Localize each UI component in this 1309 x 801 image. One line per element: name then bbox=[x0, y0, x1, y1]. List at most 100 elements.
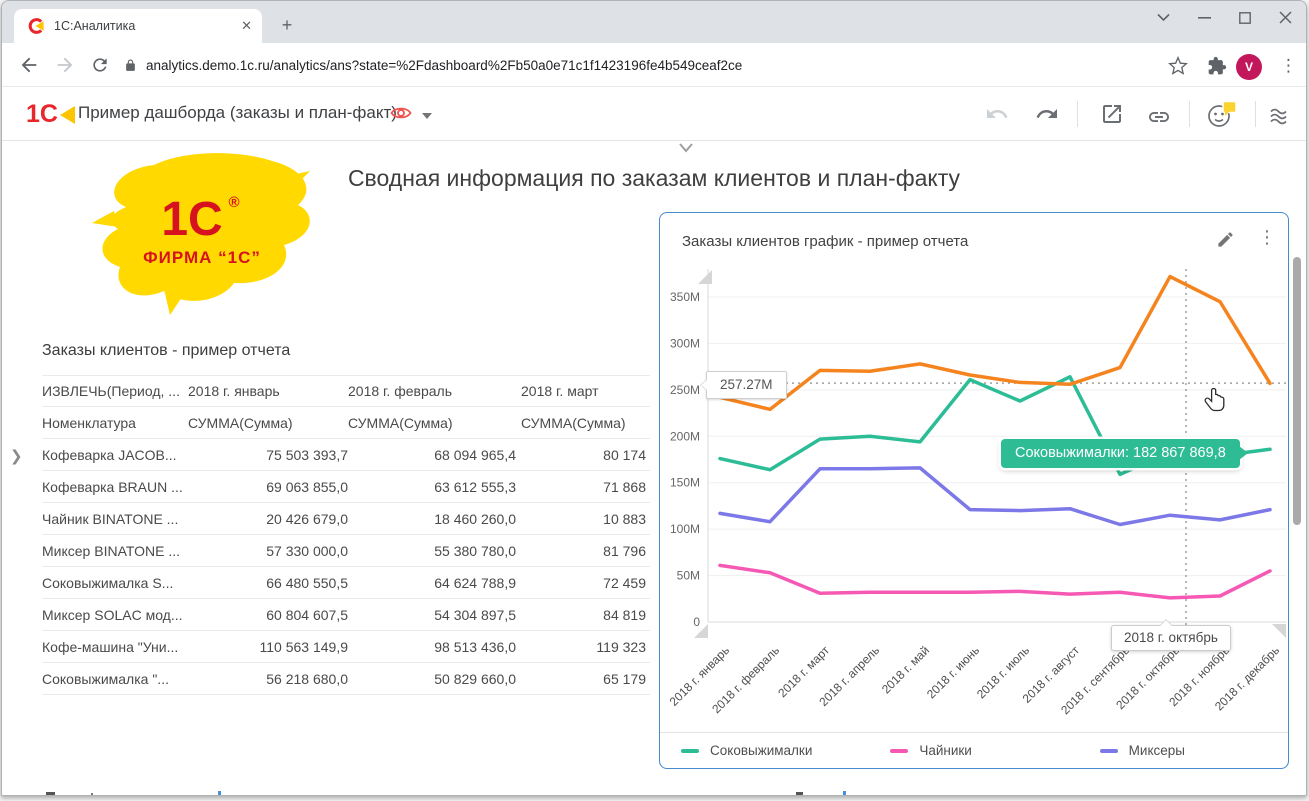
legend-label: Чайники bbox=[919, 743, 972, 758]
series-tooltip: Соковыжималки: 182 867 869,8 bbox=[1001, 439, 1240, 468]
layers-waves-icon[interactable] bbox=[1268, 105, 1292, 129]
row-value: 81 796 bbox=[516, 543, 646, 559]
row-value: 64 624 788,9 bbox=[348, 575, 516, 591]
link-icon[interactable] bbox=[1147, 105, 1171, 129]
row-value: 56 218 680,0 bbox=[188, 671, 348, 687]
undo-icon[interactable] bbox=[985, 102, 1009, 126]
bookmark-star-icon[interactable] bbox=[1168, 56, 1188, 76]
chart-card-title: Заказы клиентов график - пример отчета bbox=[682, 233, 968, 250]
edit-pencil-icon[interactable] bbox=[1216, 230, 1235, 249]
row-label: Соковыжималка S... bbox=[42, 575, 188, 591]
series-line-Миксеры[interactable] bbox=[720, 468, 1270, 525]
dashboard-title[interactable]: Пример дашборда (заказы и план-факт) bbox=[78, 103, 397, 123]
legend-item[interactable]: Чайники bbox=[869, 743, 1078, 758]
row-value: 66 480 550,5 bbox=[188, 575, 348, 591]
y-axis-tick: 350M bbox=[670, 290, 700, 304]
address-bar[interactable]: analytics.demo.1c.ru/analytics/ans?state… bbox=[146, 58, 742, 73]
app-logo-1c[interactable]: 1С bbox=[26, 100, 75, 129]
table-row[interactable]: Кофеварка BRAUN ...69 063 855,063 612 55… bbox=[42, 471, 650, 503]
chart-menu-kebab-icon[interactable]: ⋮ bbox=[1258, 227, 1276, 248]
feedback-smiley-icon[interactable] bbox=[1207, 101, 1237, 129]
table-row[interactable]: Соковыжималка "...56 218 680,050 829 660… bbox=[42, 663, 650, 695]
y-axis-tick: 250M bbox=[670, 383, 700, 397]
legend-swatch bbox=[681, 749, 699, 753]
firm-1c-logo: 1С ® ФИРМА “1С” bbox=[74, 149, 324, 329]
column-header: ИЗВЛЕЧЬ(Период, ... bbox=[42, 383, 188, 399]
tab-title: 1С:Аналитика bbox=[54, 19, 241, 33]
clipped-next-card-fragment bbox=[796, 792, 803, 796]
row-value: 54 304 897,5 bbox=[348, 607, 516, 623]
browser-tab[interactable]: 1С:Аналитика ✕ bbox=[14, 9, 262, 43]
window-close-icon[interactable] bbox=[1279, 11, 1292, 24]
app-logo-text: 1С bbox=[26, 100, 58, 129]
legend-item[interactable]: Соковыжималки bbox=[660, 743, 869, 758]
y-axis-tick: 300M bbox=[670, 336, 700, 350]
title-dropdown-caret-icon[interactable] bbox=[422, 113, 432, 119]
series-line-Чайники[interactable] bbox=[720, 565, 1270, 598]
row-label: Кофеварка BRAUN ... bbox=[42, 479, 188, 495]
legend-swatch bbox=[1100, 749, 1118, 753]
row-label: Миксер SOLAC мод... bbox=[42, 607, 188, 623]
row-value: 10 883 bbox=[516, 511, 646, 527]
row-label: Кофе-машина "Уни... bbox=[42, 639, 188, 655]
back-icon[interactable] bbox=[18, 54, 40, 76]
window-minimize-icon[interactable] bbox=[1198, 11, 1211, 24]
lock-icon[interactable] bbox=[124, 58, 137, 73]
column-header: 2018 г. март bbox=[516, 383, 646, 399]
open-in-new-icon[interactable] bbox=[1100, 102, 1124, 126]
redo-icon[interactable] bbox=[1035, 102, 1059, 126]
logo-registered-mark: ® bbox=[228, 194, 239, 211]
collapse-chevron-icon[interactable] bbox=[672, 142, 700, 154]
window-chevron-icon[interactable] bbox=[1157, 13, 1170, 22]
sidebar-expand-chevron-icon[interactable]: ❯ bbox=[10, 447, 23, 465]
month-tooltip: 2018 г. октябрь bbox=[1111, 625, 1231, 651]
row-value: 84 819 bbox=[516, 607, 646, 623]
legend-swatch bbox=[890, 749, 908, 753]
legend-item[interactable]: Миксеры bbox=[1079, 743, 1288, 758]
y-axis-tick: 150M bbox=[670, 476, 700, 490]
row-value: 75 503 393,7 bbox=[188, 447, 348, 463]
reload-icon[interactable] bbox=[90, 55, 110, 75]
row-value: 18 460 260,0 bbox=[348, 511, 516, 527]
tab-close-icon[interactable]: ✕ bbox=[241, 18, 252, 34]
logo-firm-text: ФИРМА “1С” bbox=[143, 248, 261, 267]
new-tab-button[interactable]: + bbox=[274, 13, 300, 39]
extensions-puzzle-icon[interactable] bbox=[1207, 56, 1227, 76]
table-row[interactable]: Миксер BINATONE ...57 330 000,055 380 78… bbox=[42, 535, 650, 567]
profile-avatar[interactable]: V bbox=[1236, 54, 1262, 80]
page-scrollbar-thumb[interactable] bbox=[1293, 257, 1301, 525]
y-value-tooltip: 257.27M bbox=[706, 371, 787, 399]
table-row[interactable]: Кофеварка JACOB...75 503 393,768 094 965… bbox=[42, 439, 650, 471]
table-row[interactable]: Чайник BINATONE ...20 426 679,018 460 26… bbox=[42, 503, 650, 535]
browser-titlebar: 1С:Аналитика ✕ + bbox=[2, 1, 1306, 43]
clipped-next-card-fragment bbox=[843, 791, 846, 796]
table-header-row-measures[interactable]: Номенклатура СУММА(Сумма) СУММА(Сумма) С… bbox=[42, 407, 650, 439]
table-row[interactable]: Кофе-машина "Уни...110 563 149,998 513 4… bbox=[42, 631, 650, 663]
row-value: 110 563 149,9 bbox=[188, 639, 348, 655]
column-header: 2018 г. январь bbox=[188, 383, 348, 399]
row-value: 65 179 bbox=[516, 671, 646, 687]
report-table: ИЗВЛЕЧЬ(Период, ... 2018 г. январь 2018 … bbox=[42, 375, 650, 695]
chart-card[interactable]: 050M100M150M200M250M300M350M2018 г. янва… bbox=[659, 212, 1289, 769]
row-value: 72 459 bbox=[516, 575, 646, 591]
table-row[interactable]: Соковыжималка S...66 480 550,564 624 788… bbox=[42, 567, 650, 599]
table-header-row-periods[interactable]: ИЗВЛЕЧЬ(Период, ... 2018 г. январь 2018 … bbox=[42, 375, 650, 407]
row-value: 55 380 780,0 bbox=[348, 543, 516, 559]
report-table-title: Заказы клиентов - пример отчета bbox=[42, 342, 290, 360]
chart-legend: Соковыжималки Чайники Миксеры bbox=[660, 732, 1288, 768]
legend-label: Соковыжималки bbox=[710, 743, 812, 758]
x-axis-label: 2018 г. май bbox=[879, 643, 932, 696]
forward-icon[interactable] bbox=[54, 54, 76, 76]
table-row[interactable]: Миксер SOLAC мод...60 804 607,554 304 89… bbox=[42, 599, 650, 631]
row-label: Чайник BINATONE ... bbox=[42, 511, 188, 527]
row-value: 20 426 679,0 bbox=[188, 511, 348, 527]
x-axis-label: 2018 г. июнь bbox=[924, 643, 982, 701]
view-mode-eye-icon[interactable] bbox=[390, 105, 412, 121]
column-header: Номенклатура bbox=[42, 415, 188, 431]
browser-menu-kebab-icon[interactable]: ⋮ bbox=[1280, 56, 1297, 76]
window-maximize-icon[interactable] bbox=[1239, 12, 1251, 24]
report-table-rows: Кофеварка JACOB...75 503 393,768 094 965… bbox=[42, 439, 650, 695]
row-label: Кофеварка JACOB... bbox=[42, 447, 188, 463]
y-axis-tick: 200M bbox=[670, 429, 700, 443]
row-value: 57 330 000,0 bbox=[188, 543, 348, 559]
